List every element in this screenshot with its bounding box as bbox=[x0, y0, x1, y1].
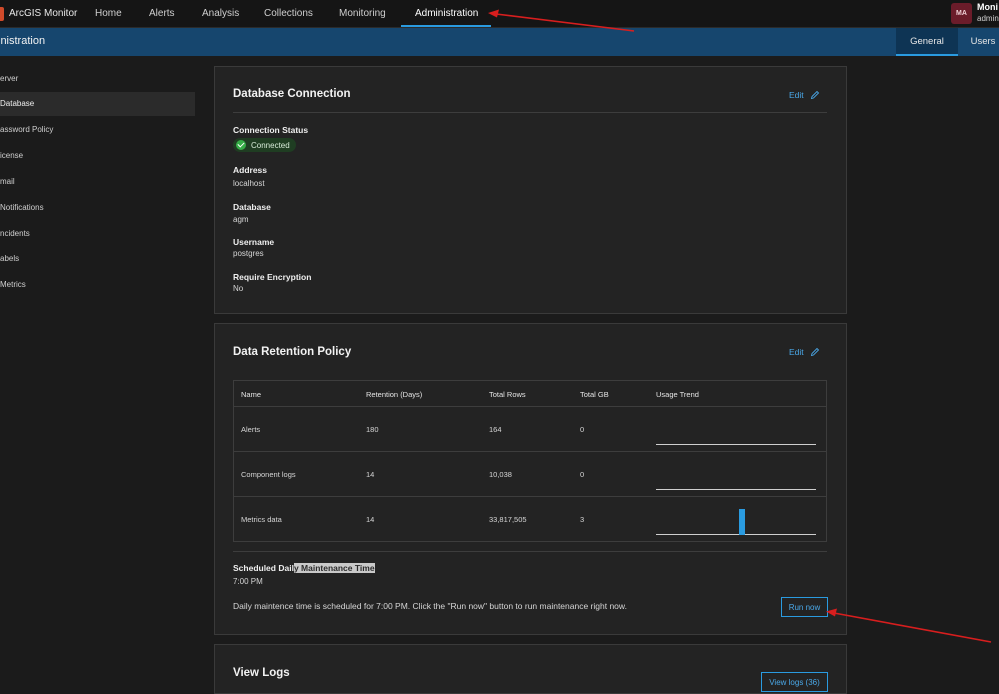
sidebar-item-incidents[interactable]: ncidents bbox=[0, 222, 195, 246]
view-logs-title: View Logs bbox=[233, 667, 290, 679]
sidebar-item-password-policy[interactable]: assword Policy bbox=[0, 118, 195, 142]
row-total-rows: 33,817,505 bbox=[489, 515, 527, 524]
database-value: agm bbox=[233, 215, 249, 224]
column-header-name[interactable]: Name bbox=[241, 390, 261, 399]
user-role: admin bbox=[977, 14, 999, 23]
database-connection-panel: Database Connection Edit Connection Stat… bbox=[214, 66, 847, 314]
nav-monitoring[interactable]: Monitoring bbox=[339, 0, 386, 28]
require-encryption-label: Require Encryption bbox=[233, 272, 312, 282]
divider bbox=[233, 551, 827, 552]
require-encryption-value: No bbox=[233, 284, 244, 293]
column-header-total-gb[interactable]: Total GB bbox=[580, 390, 609, 399]
table-header: Name Retention (Days) Total Rows Total G… bbox=[234, 381, 826, 407]
address-value: localhost bbox=[233, 179, 265, 188]
usage-trend-bar bbox=[739, 509, 745, 535]
data-retention-title: Data Retention Policy bbox=[233, 346, 352, 358]
tab-users[interactable]: Users bbox=[960, 28, 999, 56]
sidebar-item-license[interactable]: icense bbox=[0, 144, 195, 168]
nav-analysis[interactable]: Analysis bbox=[202, 0, 239, 28]
row-total-gb: 0 bbox=[580, 470, 585, 479]
edit-data-retention-link[interactable]: Edit bbox=[789, 347, 804, 357]
row-name: Alerts bbox=[241, 425, 261, 434]
column-header-retention[interactable]: Retention (Days) bbox=[366, 390, 422, 399]
address-label: Address bbox=[233, 165, 268, 175]
data-retention-panel: Data Retention Policy Edit Name Retentio… bbox=[214, 323, 847, 635]
sidebar-item-server[interactable]: erver bbox=[0, 67, 195, 91]
active-nav-indicator bbox=[401, 25, 491, 27]
usage-trend-sparkline bbox=[656, 456, 816, 490]
view-logs-panel: View Logs View logs (36) bbox=[214, 644, 847, 694]
database-label: Database bbox=[233, 202, 271, 212]
sidebar-item-database[interactable]: Database bbox=[0, 92, 195, 116]
nav-home[interactable]: Home bbox=[95, 0, 122, 28]
nav-collections[interactable]: Collections bbox=[264, 0, 313, 28]
selected-text-highlight: y Maintenance Time bbox=[293, 563, 375, 573]
user-name[interactable]: Moni bbox=[977, 2, 998, 12]
page-title: inistration bbox=[0, 35, 46, 47]
divider bbox=[233, 112, 827, 113]
sparkline-baseline bbox=[656, 444, 816, 445]
scheduled-maintenance-label-start: Scheduled Dail bbox=[233, 563, 294, 573]
nav-administration[interactable]: Administration bbox=[415, 0, 478, 28]
username-value: postgres bbox=[233, 249, 264, 258]
database-connection-title: Database Connection bbox=[233, 88, 351, 100]
avatar[interactable]: MA bbox=[951, 3, 972, 24]
connection-status-label: Connection Status bbox=[233, 125, 309, 135]
table-row: Metrics data 14 33,817,505 3 bbox=[234, 497, 826, 542]
status-badge: Connected bbox=[233, 138, 296, 152]
view-logs-button[interactable]: View logs (36) bbox=[761, 672, 828, 692]
nav-alerts[interactable]: Alerts bbox=[149, 0, 175, 28]
column-header-total-rows[interactable]: Total Rows bbox=[489, 390, 526, 399]
pencil-icon[interactable] bbox=[810, 347, 820, 357]
row-total-rows: 10,038 bbox=[489, 470, 512, 479]
sparkline-baseline bbox=[656, 534, 816, 535]
page-header: inistration General Users bbox=[0, 28, 999, 56]
retention-table: Name Retention (Days) Total Rows Total G… bbox=[233, 380, 827, 542]
usage-trend-sparkline bbox=[656, 501, 816, 535]
sidebar-item-notifications[interactable]: Notifications bbox=[0, 196, 195, 220]
arcgis-logo-icon bbox=[0, 7, 4, 21]
scheduled-maintenance-time: 7:00 PM bbox=[233, 577, 263, 586]
table-row: Component logs 14 10,038 0 bbox=[234, 452, 826, 497]
sidebar-item-metrics[interactable]: Metrics bbox=[0, 273, 195, 297]
annotation-arrow-line bbox=[833, 612, 992, 643]
sparkline-baseline bbox=[656, 489, 816, 490]
row-retention: 14 bbox=[366, 515, 375, 524]
row-total-gb: 3 bbox=[580, 515, 585, 524]
scheduled-maintenance-label: Scheduled Daily Maintenance Time bbox=[233, 563, 375, 573]
username-label: Username bbox=[233, 237, 275, 247]
sidebar-item-email[interactable]: mail bbox=[0, 170, 195, 194]
table-row: Alerts 180 164 0 bbox=[234, 407, 826, 452]
usage-trend-sparkline bbox=[656, 411, 816, 445]
row-name: Component logs bbox=[241, 470, 296, 479]
row-retention: 180 bbox=[366, 425, 379, 434]
row-name: Metrics data bbox=[241, 515, 282, 524]
check-circle-icon bbox=[236, 140, 246, 150]
run-now-button[interactable]: Run now bbox=[781, 597, 828, 617]
status-badge-text: Connected bbox=[251, 140, 290, 150]
column-header-usage-trend[interactable]: Usage Trend bbox=[656, 390, 699, 399]
row-retention: 14 bbox=[366, 470, 375, 479]
app-title[interactable]: ArcGIS Monitor bbox=[9, 8, 77, 19]
tab-general[interactable]: General bbox=[896, 28, 958, 56]
top-navigation-bar: ArcGIS Monitor Home Alerts Analysis Coll… bbox=[0, 0, 999, 28]
row-total-gb: 0 bbox=[580, 425, 585, 434]
sidebar-item-labels[interactable]: abels bbox=[0, 247, 195, 271]
edit-database-connection-link[interactable]: Edit bbox=[789, 90, 804, 100]
maintenance-description: Daily maintence time is scheduled for 7:… bbox=[233, 601, 627, 611]
pencil-icon[interactable] bbox=[810, 90, 820, 100]
row-total-rows: 164 bbox=[489, 425, 502, 434]
